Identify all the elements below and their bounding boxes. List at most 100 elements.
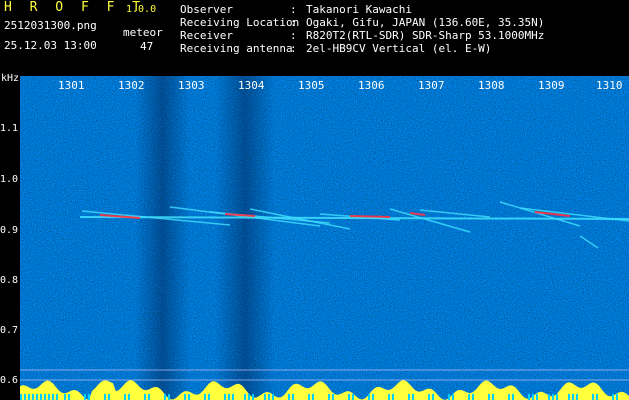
x-tick-label: 1301 <box>58 79 85 92</box>
floor-tick <box>352 394 354 400</box>
floor-tick <box>164 394 166 400</box>
floor-tick <box>508 394 510 400</box>
floor-tick <box>88 394 90 400</box>
floor-tick <box>556 394 558 400</box>
file-name: 2512031300.png <box>4 19 97 32</box>
floor-tick <box>492 394 494 400</box>
floor-tick <box>28 394 30 400</box>
floor-tick <box>24 394 26 400</box>
x-tick-label: 1304 <box>238 79 265 92</box>
floor-tick <box>572 394 574 400</box>
meta-value-receiver: R820T2(RTL-SDR) SDR-Sharp 53.1000MHz <box>306 29 545 42</box>
floor-tick <box>552 394 554 400</box>
floor-tick <box>36 394 38 400</box>
floor-tick <box>32 394 34 400</box>
floor-tick <box>536 394 538 400</box>
floor-tick <box>288 394 290 400</box>
floor-tick <box>488 394 490 400</box>
floor-tick <box>616 394 618 400</box>
floor-tick <box>44 394 46 400</box>
floor-tick <box>312 394 314 400</box>
floor-tick <box>104 394 106 400</box>
floor-tick <box>228 394 230 400</box>
y-tick-label: 0.7 <box>0 325 19 336</box>
meta-sep: : <box>290 42 297 55</box>
meta-sep: : <box>290 29 297 42</box>
y-tick-label: 1.1 <box>0 123 19 134</box>
meta-value-location: Ogaki, Gifu, JAPAN (136.60E, 35.35N) <box>306 16 545 29</box>
floor-tick <box>468 394 470 400</box>
floor-tick <box>124 394 126 400</box>
floor-tick <box>268 394 270 400</box>
floor-tick <box>148 394 150 400</box>
floor-tick <box>412 394 414 400</box>
floor-tick <box>532 394 534 400</box>
floor-tick <box>248 394 250 400</box>
meta-sep: : <box>290 3 297 16</box>
floor-tick <box>528 394 530 400</box>
app-version: 1.0.0 <box>126 4 157 15</box>
floor-tick <box>184 394 186 400</box>
floor-tick <box>272 394 274 400</box>
floor-tick <box>368 394 370 400</box>
floor-tick <box>596 394 598 400</box>
floor-tick <box>292 394 294 400</box>
floor-tick <box>548 394 550 400</box>
floor-tick <box>68 394 70 400</box>
date-time: 25.12.03 13:00 <box>4 39 97 52</box>
floor-tick <box>612 394 614 400</box>
floor-tick <box>144 394 146 400</box>
floor-tick <box>452 394 454 400</box>
floor-tick <box>48 394 50 400</box>
dark-band <box>215 76 275 400</box>
meta-value-observer: Takanori Kawachi <box>306 3 412 16</box>
floor-tick <box>168 394 170 400</box>
floor-tick <box>64 394 66 400</box>
floor-tick <box>252 394 254 400</box>
floor-tick <box>232 394 234 400</box>
floor-tick <box>408 394 410 400</box>
x-tick-label: 1309 <box>538 79 565 92</box>
detection-type-label: meteor <box>123 26 163 39</box>
floor-tick <box>328 394 330 400</box>
x-tick-label: 1303 <box>178 79 205 92</box>
echo-trace <box>349 215 391 218</box>
x-tick-label: 1307 <box>418 79 445 92</box>
spectrogram <box>20 76 629 400</box>
floor-tick <box>348 394 350 400</box>
floor-tick <box>108 394 110 400</box>
floor-tick <box>332 394 334 400</box>
floor-tick <box>84 394 86 400</box>
floor-tick <box>392 394 394 400</box>
floor-tick <box>244 394 246 400</box>
meta-key-receiver: Receiver <box>180 29 233 42</box>
floor-tick <box>388 394 390 400</box>
floor-tick <box>592 394 594 400</box>
meta-key-observer: Observer <box>180 3 233 16</box>
meta-key-location: Receiving Location <box>180 16 300 29</box>
floor-tick <box>40 394 42 400</box>
x-tick-label: 1310 <box>596 79 623 92</box>
x-tick-label: 1302 <box>118 79 145 92</box>
meta-value-antenna: 2el-HB9CV Vertical (el. E-W) <box>306 42 492 55</box>
x-tick-label: 1308 <box>478 79 505 92</box>
floor-tick <box>208 394 210 400</box>
floor-tick <box>472 394 474 400</box>
y-tick-label: 0.8 <box>0 275 19 286</box>
y-tick-label: 0.9 <box>0 225 19 236</box>
y-tick-label: 1.0 <box>0 174 19 185</box>
floor-tick <box>204 394 206 400</box>
meta-sep: : <box>290 16 297 29</box>
floor-tick <box>308 394 310 400</box>
app-title: H R O F F T <box>4 0 146 15</box>
floor-tick <box>428 394 430 400</box>
floor-tick <box>568 394 570 400</box>
floor-tick <box>52 394 54 400</box>
x-tick-label: 1305 <box>298 79 325 92</box>
x-tick-label: 1306 <box>358 79 385 92</box>
floor-tick <box>56 394 58 400</box>
floor-tick <box>20 394 22 400</box>
floor-tick <box>576 394 578 400</box>
floor-tick <box>372 394 374 400</box>
floor-tick <box>448 394 450 400</box>
